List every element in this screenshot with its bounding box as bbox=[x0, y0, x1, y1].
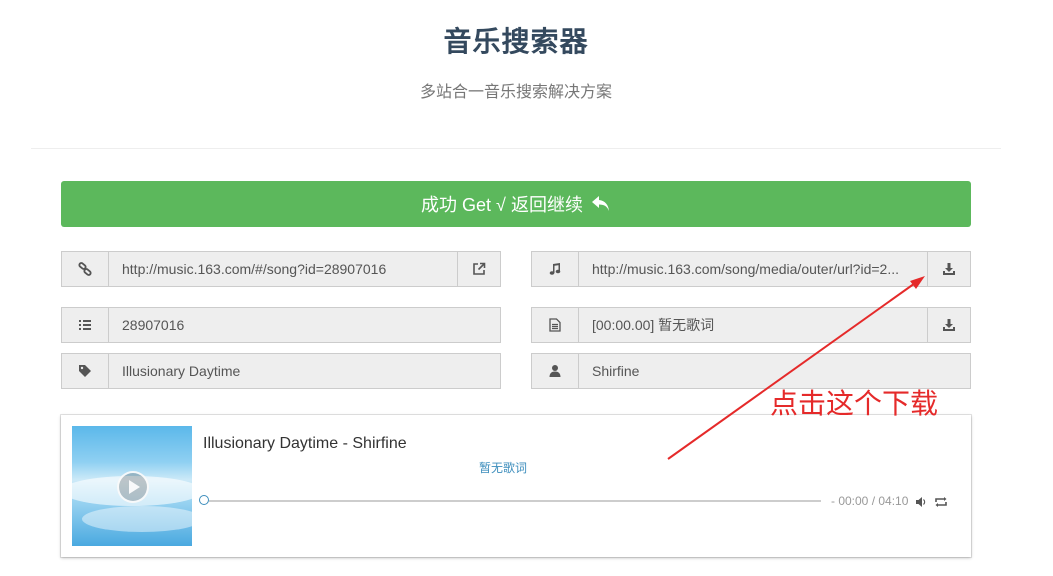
album-cover bbox=[72, 426, 192, 546]
open-link-button[interactable] bbox=[457, 252, 500, 286]
progress-handle[interactable] bbox=[199, 495, 209, 505]
download-lyrics-button[interactable] bbox=[927, 308, 970, 342]
loop-icon[interactable] bbox=[934, 495, 948, 513]
song-name-value[interactable]: Illusionary Daytime bbox=[109, 354, 500, 388]
audio-player: Illusionary Daytime - Shirfine 暂无歌词 - 00… bbox=[61, 415, 971, 557]
music-url-field: http://music.163.com/song/media/outer/ur… bbox=[531, 251, 971, 287]
song-link-field: http://music.163.com/#/song?id=28907016 bbox=[61, 251, 501, 287]
download-icon bbox=[942, 262, 956, 276]
success-return-button[interactable]: 成功 Get √ 返回继续 bbox=[61, 181, 971, 227]
download-music-button[interactable] bbox=[927, 252, 970, 286]
lyrics-field: [00:00.00] 暂无歌词 bbox=[531, 307, 971, 343]
song-name-field: Illusionary Daytime bbox=[61, 353, 501, 389]
reply-icon bbox=[591, 195, 611, 213]
song-id-value[interactable]: 28907016 bbox=[109, 308, 500, 342]
music-icon bbox=[532, 252, 579, 286]
list-icon bbox=[62, 308, 109, 342]
player-time: - 00:00 / 04:10 bbox=[831, 494, 909, 508]
player-lyric: 暂无歌词 bbox=[478, 461, 527, 475]
progress-bar[interactable] bbox=[209, 500, 821, 502]
tag-icon bbox=[62, 354, 109, 388]
page-title: 音乐搜索器 bbox=[443, 26, 589, 57]
music-url-value[interactable]: http://music.163.com/song/media/outer/ur… bbox=[579, 252, 927, 286]
lyrics-value[interactable]: [00:00.00] 暂无歌词 bbox=[579, 308, 927, 342]
file-icon bbox=[532, 308, 579, 342]
play-icon[interactable] bbox=[117, 471, 149, 503]
success-button-label: 成功 Get √ 返回继续 bbox=[421, 195, 583, 215]
page-subtitle: 多站合一音乐搜索解决方案 bbox=[419, 84, 612, 101]
song-link-value[interactable]: http://music.163.com/#/song?id=28907016 bbox=[109, 252, 457, 286]
user-icon bbox=[532, 354, 579, 388]
volume-icon[interactable] bbox=[915, 495, 927, 513]
header-divider bbox=[31, 148, 1001, 149]
external-link-icon bbox=[472, 262, 486, 276]
song-id-field: 28907016 bbox=[61, 307, 501, 343]
download-icon bbox=[942, 318, 956, 332]
link-icon bbox=[62, 252, 109, 286]
annotation-text: 点击这个下载 bbox=[770, 387, 939, 420]
player-song-title: Illusionary Daytime - Shirfine bbox=[203, 435, 407, 452]
